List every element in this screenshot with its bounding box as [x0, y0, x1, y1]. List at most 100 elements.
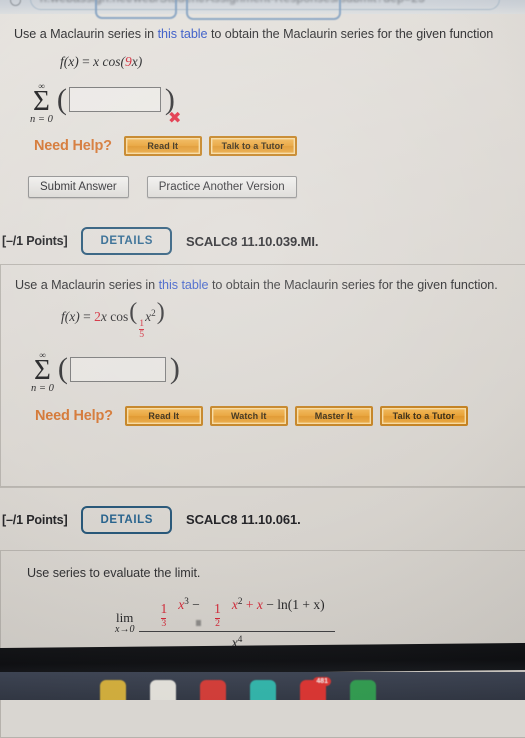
denominator-exponent: 4: [237, 633, 243, 644]
inner-exponent: 2: [151, 308, 156, 319]
fraction-numerator: 1: [139, 317, 145, 329]
card-spacer: [27, 699, 515, 723]
prompt-text-b: to obtain the Maclaurin series for the g…: [207, 27, 494, 41]
prompt-text-a: Use a Maclaurin series in: [15, 278, 159, 293]
question-card-top: Use a Maclaurin series in this table to …: [0, 14, 525, 218]
sigma-icon: Σ: [32, 85, 50, 117]
laptop-screen-bezel: [0, 642, 525, 676]
question-prompt-top: Use a Maclaurin series in this table to …: [14, 26, 515, 43]
need-help-row-top: Need Help? Read It Talk to a Tutor: [34, 136, 515, 157]
question-prompt-039: Use a Maclaurin series in this table to …: [15, 277, 515, 294]
numerator-operator-3: −: [266, 596, 274, 612]
text-caret-artifact: [196, 620, 201, 626]
cos-label: cos: [110, 309, 129, 325]
fraction-denominator: 5: [139, 328, 145, 340]
question-code-061: SCALC8 11.10.061.: [186, 512, 301, 528]
dock-icon-messages[interactable]: [250, 680, 276, 700]
frac2-num: 1: [214, 601, 221, 617]
close-paren: ): [156, 299, 165, 326]
need-help-label: Need Help?: [34, 138, 112, 155]
points-label-061: [–/1 Points]: [2, 512, 68, 527]
summation-symbol-group: ∞ Σ n = 0: [30, 82, 53, 125]
term3: x: [256, 596, 263, 612]
numerator-operator-2: +: [245, 596, 254, 612]
close-paren: ): [169, 352, 180, 386]
lim-label: lim: [116, 610, 134, 626]
answer-input-039[interactable]: [69, 356, 166, 382]
frac2-den: 2: [215, 617, 220, 629]
details-button-061[interactable]: DETAILS: [81, 505, 173, 534]
dock-icon-music[interactable]: [200, 680, 226, 700]
need-help-label: Need Help?: [35, 407, 113, 424]
points-label-039: [–/1 Points]: [2, 234, 68, 249]
this-table-link[interactable]: this table: [159, 278, 209, 292]
this-table-link[interactable]: this table: [158, 27, 208, 41]
dock-icon-notes[interactable]: [100, 680, 126, 700]
numerator-fraction-1: 13: [150, 602, 177, 629]
dock-icon-strip: 481: [0, 677, 525, 700]
frac1-num: 1: [160, 601, 168, 617]
open-paren: (: [129, 299, 138, 326]
open-paren: (: [57, 352, 68, 386]
limit-fraction: 1 3 x3 − 1 2 x2 + x − ln(1 + x) x4: [139, 596, 335, 651]
open-paren: (: [56, 82, 67, 116]
watch-it-button[interactable]: Watch It: [209, 405, 288, 426]
question-card-039: Use a Maclaurin series in this table to …: [0, 264, 525, 487]
incorrect-mark-icon: ✖: [168, 108, 182, 127]
function-body: x cos(9x): [93, 54, 143, 69]
browser-reload-icon[interactable]: [10, 0, 21, 6]
assignment-content: Use a Maclaurin series in this table to …: [0, 14, 525, 738]
question-body-top: Use a Maclaurin series in this table to …: [0, 14, 525, 218]
os-dock: 481: [0, 672, 525, 700]
red-fraction: 15: [139, 317, 145, 340]
practice-another-version-button[interactable]: Practice Another Version: [146, 176, 297, 199]
dock-icon-mail[interactable]: 481: [300, 677, 331, 700]
browser-tab-2[interactable]: [186, 0, 341, 20]
term2-exponent: 2: [237, 595, 243, 606]
talk-to-tutor-button[interactable]: Talk to a Tutor: [379, 405, 468, 426]
function-expression-top: f(x) = x cos(9x): [60, 54, 515, 70]
term4-logarithm: ln(1 + x): [277, 596, 325, 612]
screen-photo-background: n.webassign.net/web/Student/Assignment-R…: [0, 0, 525, 738]
prompt-text-b: to obtain the Maclaurin series for the g…: [208, 278, 498, 293]
red-coefficient: 9: [124, 54, 132, 69]
submit-row-top: Submit Answer Practice Another Version: [28, 176, 515, 199]
prompt-text-a: Use a Maclaurin series in: [14, 27, 158, 41]
dock-icon-finder[interactable]: [150, 680, 176, 700]
sum-lower-limit: n = 0: [31, 383, 54, 395]
need-help-row-039: Need Help? Read It Watch It Master It Ta…: [35, 405, 515, 426]
numerator-fraction-2: 12: [204, 602, 231, 629]
question-code-039: SCALC8 11.10.039.MI.: [186, 233, 319, 249]
limit-symbol-group: lim x→0: [115, 611, 134, 635]
answer-input-top[interactable]: [68, 87, 161, 113]
summation-answer-row-039: ∞ Σ n = 0 ( ): [31, 351, 515, 394]
talk-to-tutor-button[interactable]: Talk to a Tutor: [208, 136, 297, 157]
equals-sign: =: [83, 309, 91, 325]
read-it-button[interactable]: Read It: [124, 405, 203, 426]
sum-lower-limit: n = 0: [30, 113, 53, 125]
limit-numerator: 1 3 x3 − 1 2 x2 + x − ln(1 + x): [139, 596, 334, 631]
function-label: f(x): [60, 54, 79, 69]
dock-badge-count: 481: [313, 677, 331, 686]
question-prompt-061: Use series to evaluate the limit.: [27, 565, 201, 580]
card-spacer: [15, 426, 515, 472]
question-body-039: Use a Maclaurin series in this table to …: [0, 264, 525, 487]
submit-answer-button[interactable]: Submit Answer: [28, 176, 129, 199]
master-it-button[interactable]: Master It: [294, 405, 373, 426]
frac1-den: 3: [161, 617, 167, 629]
equals-sign: =: [82, 54, 90, 69]
function-label: f(x): [61, 309, 80, 325]
summation-answer-row-top: ∞ Σ n = 0 ( ) ✖: [30, 82, 515, 128]
question-header-061: [–/1 Points] DETAILS SCALC8 11.10.061.: [0, 488, 525, 550]
dock-icon-messages-green[interactable]: [350, 680, 376, 700]
details-button-039[interactable]: DETAILS: [81, 227, 173, 256]
summation-symbol-group: ∞ Σ n = 0: [31, 351, 54, 394]
sigma-icon: Σ: [33, 354, 51, 387]
red-coefficient: 2: [94, 309, 101, 325]
limit-subscript: x→0: [115, 623, 135, 635]
term1-exponent: 3: [184, 595, 189, 606]
function-expression-039: f(x) = 2x cos(1 5 x2): [61, 300, 515, 340]
read-it-button[interactable]: Read It: [123, 136, 202, 157]
browser-tab-1[interactable]: [95, 0, 177, 19]
numerator-operator-1: −: [192, 596, 200, 612]
